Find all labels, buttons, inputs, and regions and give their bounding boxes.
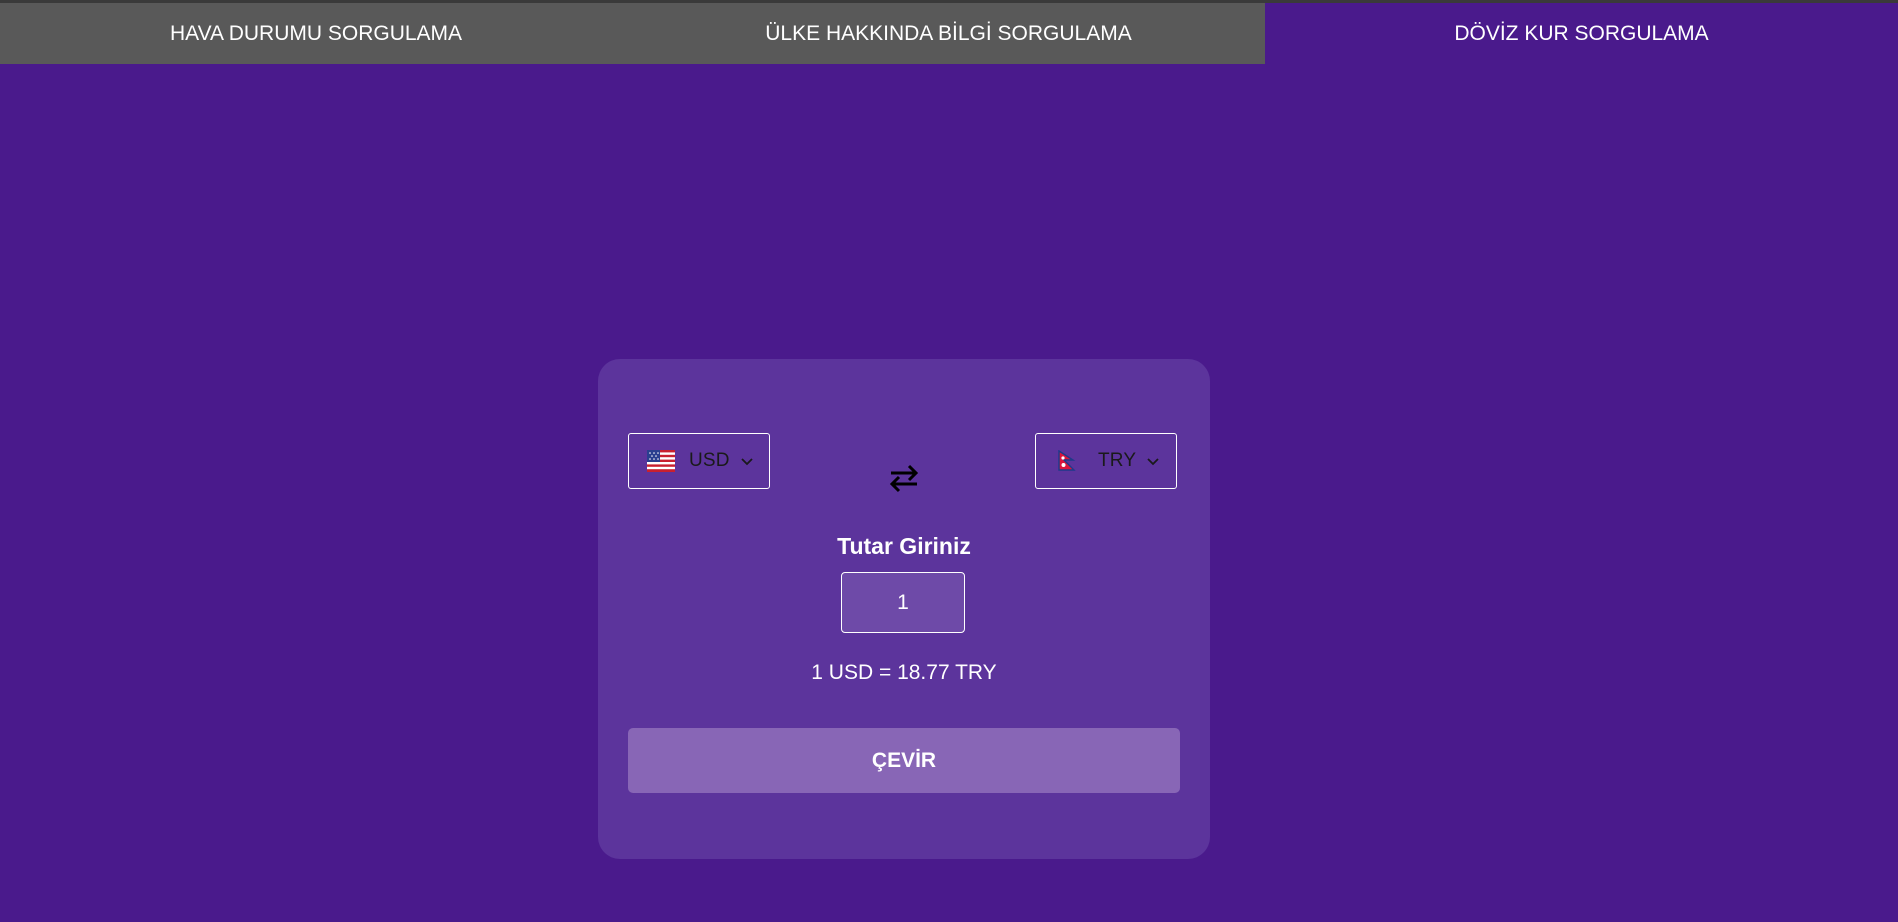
to-currency-code: TRY xyxy=(1098,450,1137,471)
tab-bar: HAVA DURUMU SORGULAMA ÜLKE HAKKINDA BİLG… xyxy=(0,3,1898,64)
converter-card: USD TRY Tutar Giriniz 1 USD = 18.77 TRY … xyxy=(598,359,1210,859)
convert-button[interactable]: ÇEVİR xyxy=(628,728,1180,793)
to-currency-select[interactable]: TRY xyxy=(1035,433,1177,489)
amount-input[interactable] xyxy=(841,572,965,633)
from-currency-select[interactable]: USD xyxy=(628,433,770,489)
chevron-down-icon xyxy=(1147,458,1159,466)
us-flag-icon xyxy=(647,450,675,472)
tab-country-info-query[interactable]: ÜLKE HAKKINDA BİLGİ SORGULAMA xyxy=(632,3,1265,64)
np-flag-icon xyxy=(1058,450,1076,471)
tab-currency-query[interactable]: DÖVİZ KUR SORGULAMA xyxy=(1265,3,1898,64)
tab-weather-query[interactable]: HAVA DURUMU SORGULAMA xyxy=(0,3,632,64)
conversion-result: 1 USD = 18.77 TRY xyxy=(811,661,997,684)
amount-label: Tutar Giriniz xyxy=(837,533,971,559)
swap-arrows-icon[interactable] xyxy=(888,463,920,493)
from-currency-code: USD xyxy=(689,450,730,471)
chevron-down-icon xyxy=(741,458,753,466)
